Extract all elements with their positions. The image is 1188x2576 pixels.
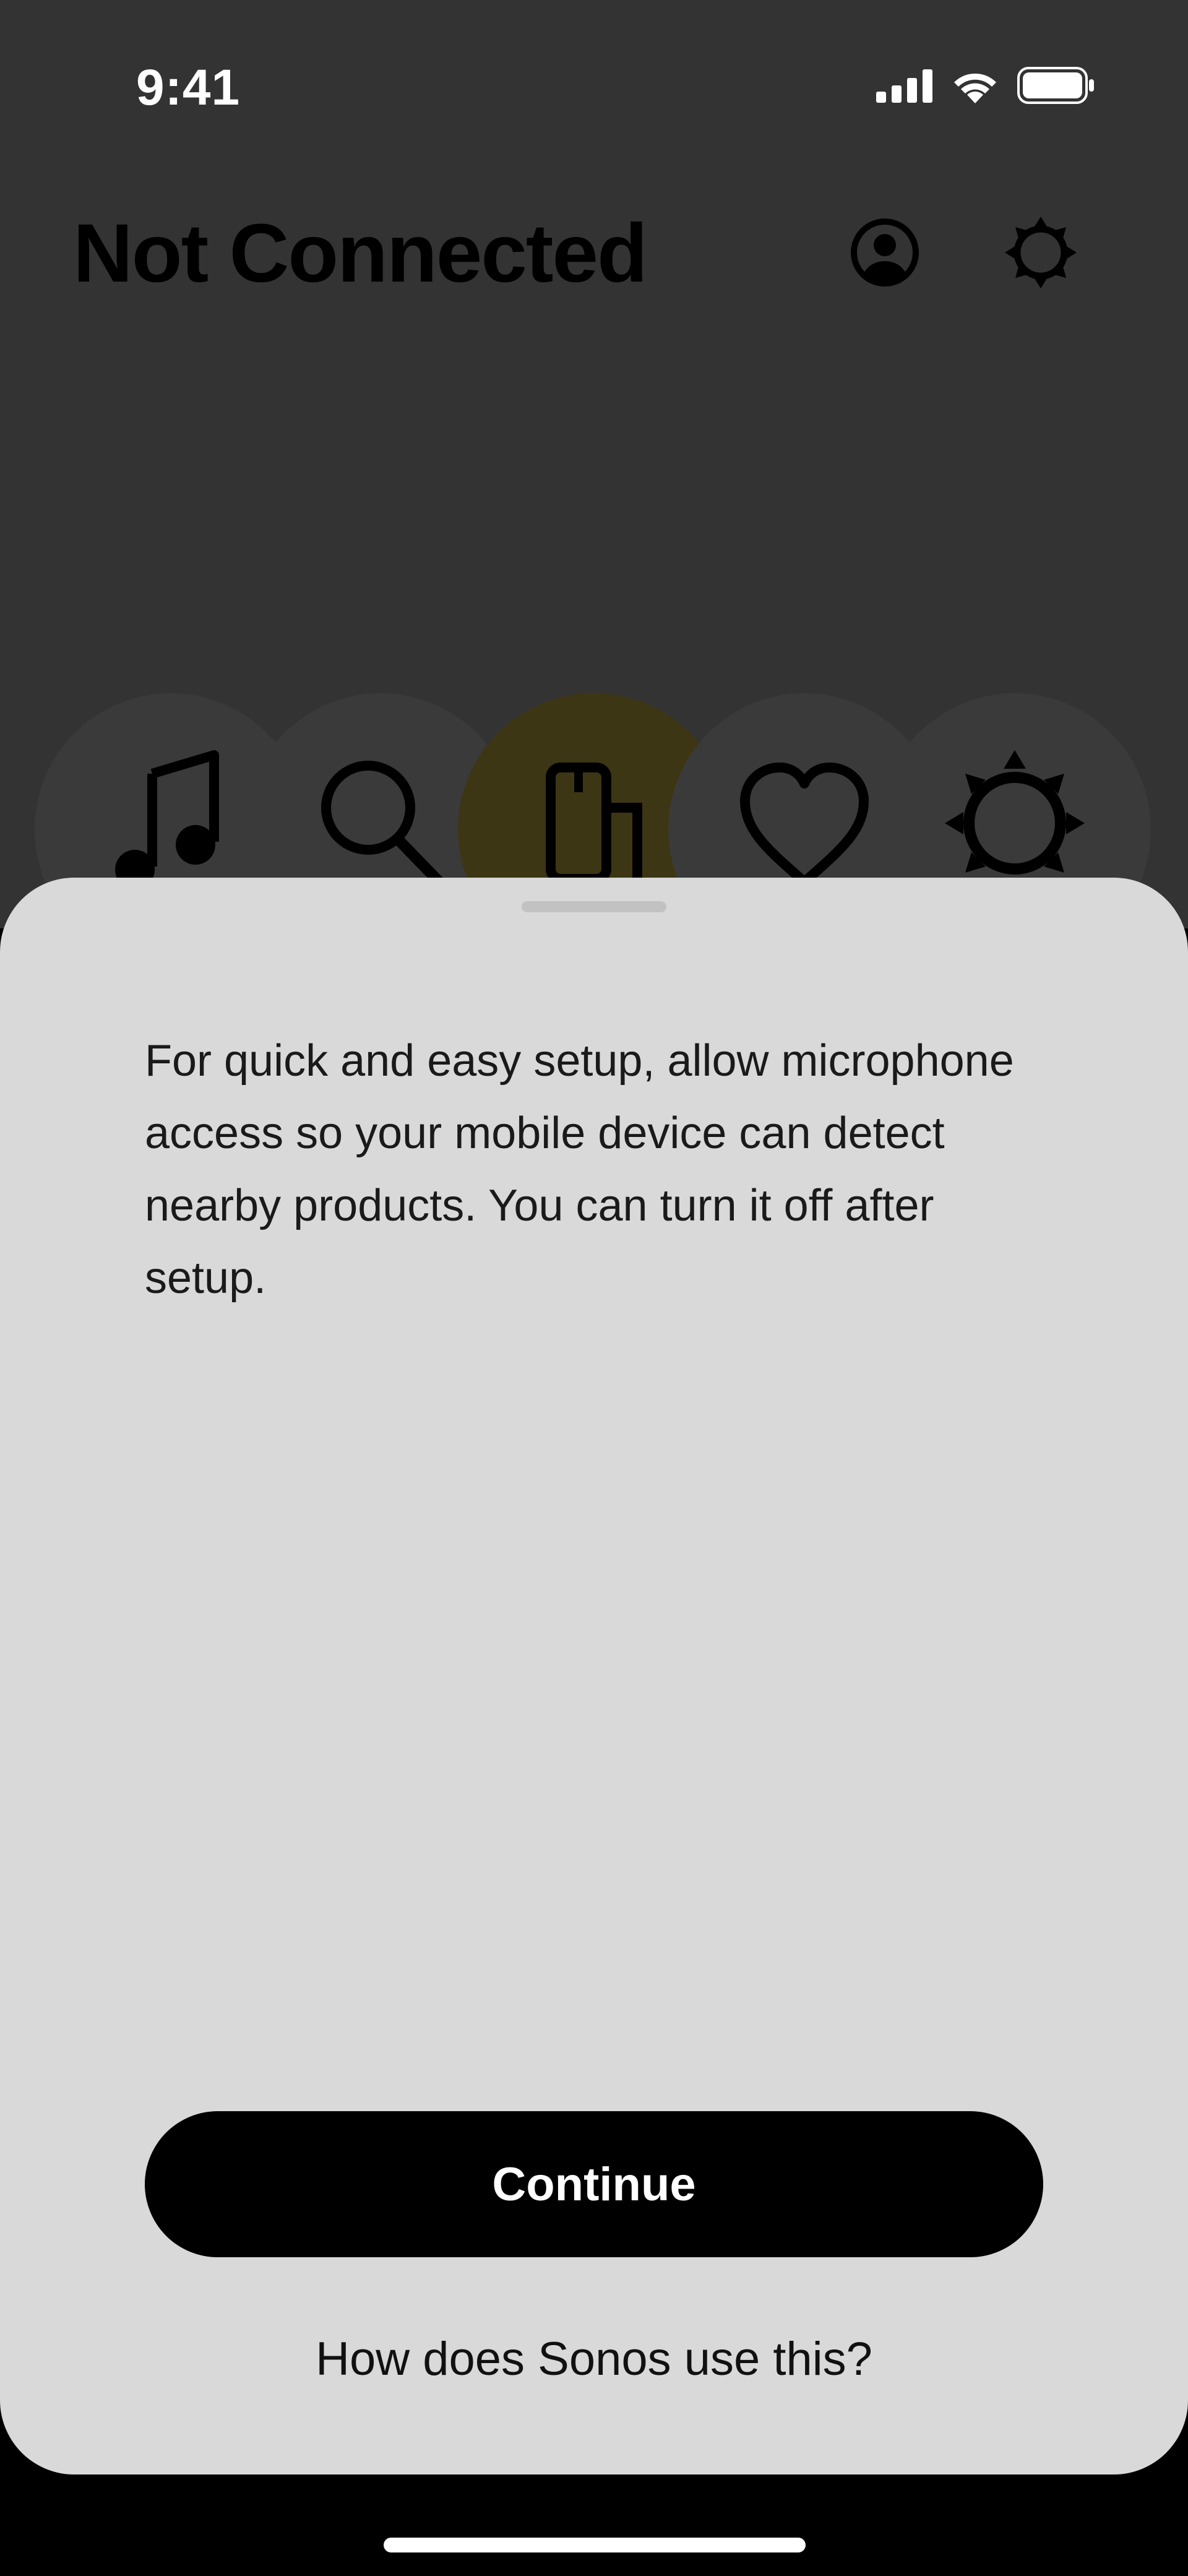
permission-bottom-sheet: For quick and easy setup, allow micropho…: [0, 878, 1188, 2474]
app-background-screen: 9:41 Not Connected: [0, 0, 1188, 928]
settings-button[interactable]: [1004, 215, 1078, 293]
battery-icon: [1017, 67, 1095, 107]
cellular-signal-icon: [876, 68, 933, 106]
continue-button[interactable]: Continue: [145, 2111, 1043, 2257]
account-icon: [850, 218, 919, 290]
account-button[interactable]: [848, 217, 922, 291]
page-title: Not Connected: [73, 207, 648, 300]
wifi-icon: [950, 67, 1000, 106]
settings-gear-icon: [1004, 215, 1078, 293]
status-time: 9:41: [136, 59, 241, 116]
status-bar: 9:41: [0, 0, 1188, 173]
status-icons: [876, 67, 1095, 107]
home-indicator[interactable]: [384, 2538, 806, 2552]
permission-message: For quick and easy setup, allow micropho…: [145, 1036, 1014, 1303]
sheet-grabber-handle[interactable]: [522, 901, 666, 912]
how-sonos-uses-this-link[interactable]: How does Sonos use this?: [0, 2332, 1188, 2386]
